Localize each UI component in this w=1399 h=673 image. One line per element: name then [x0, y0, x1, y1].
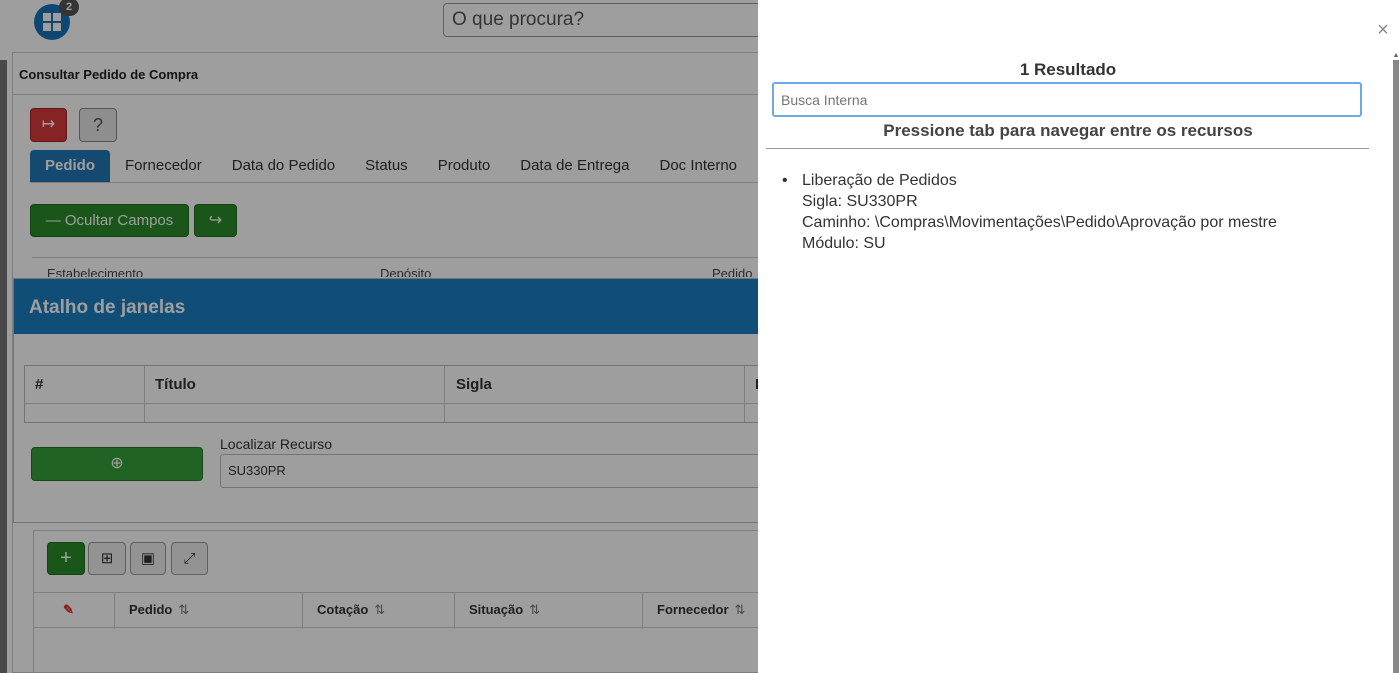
result-item[interactable]: • Liberação de Pedidos Sigla: SU330PR Ca…	[782, 170, 1362, 254]
result-module: Módulo: SU	[802, 235, 886, 252]
divider	[766, 148, 1369, 149]
bullet: •	[782, 172, 788, 189]
result-sigla: Sigla: SU330PR	[802, 193, 918, 210]
scroll-up-icon[interactable]: ▲	[1392, 52, 1399, 60]
side-scrollbar[interactable]	[1393, 60, 1399, 673]
modal-backdrop[interactable]	[0, 0, 758, 673]
navigation-hint: Pressione tab para navegar entre os recu…	[883, 121, 1253, 140]
result-path: Caminho: \Compras\Movimentações\Pedido\A…	[802, 214, 1277, 231]
result-name[interactable]: Liberação de Pedidos	[802, 170, 1362, 191]
internal-search-input[interactable]	[772, 82, 1362, 117]
result-list: • Liberação de Pedidos Sigla: SU330PR Ca…	[782, 170, 1362, 254]
search-side-panel: × 1 Resultado Pressione tab para navegar…	[758, 0, 1399, 673]
close-icon[interactable]: ×	[1371, 18, 1395, 42]
result-count: 1 Resultado	[1019, 60, 1117, 79]
